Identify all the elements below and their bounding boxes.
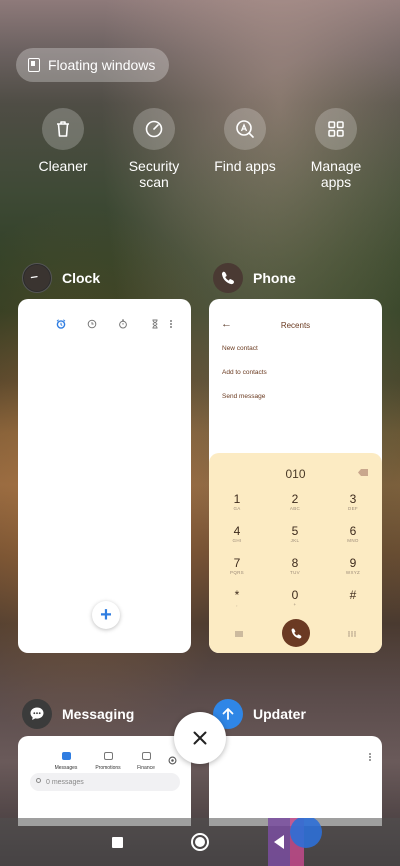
dial-key-0[interactable]: 0 +	[275, 589, 315, 608]
tab-promotions[interactable]: Promotions	[88, 752, 128, 771]
dial-key-star[interactable]: *,	[217, 589, 257, 608]
grid-icon	[315, 108, 357, 150]
dial-key-3[interactable]: 3 DEF	[333, 493, 373, 512]
floating-windows-button[interactable]: Floating windows	[16, 48, 170, 82]
manage-apps-label: Manage apps	[310, 158, 362, 190]
trash-icon	[42, 108, 84, 150]
home-nav-button[interactable]	[191, 833, 209, 851]
updater-app-header[interactable]: Updater	[213, 699, 306, 729]
recents-title: Recents	[280, 321, 311, 330]
search-placeholder: 0 messages	[46, 778, 84, 786]
updater-app-card[interactable]	[209, 736, 382, 826]
tag-icon	[103, 752, 113, 760]
dial-key-9[interactable]: 9 WXYZ	[333, 557, 373, 576]
cleaner-label: Cleaner	[38, 158, 88, 174]
more-options-icon[interactable]	[367, 752, 373, 762]
phone-call-icon	[291, 627, 301, 638]
back-nav-button[interactable]	[274, 835, 284, 849]
clock-app-icon	[22, 263, 52, 293]
close-icon	[193, 731, 207, 745]
dialpad-toggle-icon[interactable]	[348, 631, 356, 637]
messaging-app-header[interactable]: Messaging	[22, 699, 134, 729]
navigation-bar	[0, 818, 400, 866]
tab-messages[interactable]: Messages	[46, 752, 86, 771]
recents-nav-button[interactable]	[112, 837, 123, 848]
call-button[interactable]	[282, 619, 310, 647]
clock-app-name: Clock	[62, 270, 101, 286]
security-scan-icon	[133, 108, 175, 150]
dial-key-8[interactable]: 8 TUV	[275, 557, 315, 576]
phone-app-icon	[213, 263, 243, 293]
quick-actions-row: Cleaner Security scan Find apps Manage a…	[0, 108, 400, 198]
tab-finance[interactable]: Finance	[126, 752, 166, 771]
add-icon: +	[100, 603, 112, 626]
manage-apps-button[interactable]: Manage apps	[291, 108, 381, 190]
dial-key-hash[interactable]: #	[333, 589, 373, 602]
search-icon	[36, 778, 41, 783]
clear-all-button[interactable]	[174, 712, 226, 764]
settings-icon[interactable]	[168, 756, 177, 765]
cleaner-button[interactable]: Cleaner	[18, 108, 108, 174]
more-options-icon[interactable]	[168, 319, 174, 329]
menu-icon[interactable]	[235, 631, 243, 637]
dial-key-6[interactable]: 6 MNO	[333, 525, 373, 544]
dial-key-5[interactable]: 5 JKL	[275, 525, 315, 544]
clock-app-header[interactable]: Clock	[22, 263, 100, 293]
messages-search-input[interactable]: 0 messages	[30, 773, 180, 791]
add-alarm-button[interactable]: +	[92, 601, 120, 629]
phone-app-name: Phone	[253, 270, 296, 286]
security-scan-button[interactable]: Security scan	[109, 108, 199, 190]
dial-key-2[interactable]: 2 ABC	[275, 493, 315, 512]
dialed-number: 010	[285, 467, 306, 481]
messages-icon	[61, 752, 71, 760]
find-apps-icon	[224, 108, 266, 150]
dialpad: 010 1 GA 2 ABC 3 DEF 4 GHI 5 JKL 6 MNO 7 PQRS 8…	[209, 453, 382, 653]
dial-key-4[interactable]: 4 GHI	[217, 525, 257, 544]
messaging-app-card[interactable]: Messages Promotions Finance 0 messages	[18, 736, 191, 826]
phone-app-card[interactable]: ← Recents New contact Add to contacts Se…	[209, 299, 382, 653]
floating-window-icon	[28, 58, 40, 72]
updater-app-name: Updater	[253, 706, 306, 722]
alarm-icon[interactable]	[56, 319, 66, 329]
messaging-app-name: Messaging	[62, 706, 135, 722]
security-scan-label: Security scan	[128, 158, 180, 190]
clock-tabs	[18, 319, 191, 333]
clock-app-card[interactable]: +	[18, 299, 191, 653]
world-clock-icon[interactable]	[87, 319, 97, 329]
dial-key-1[interactable]: 1 GA	[217, 493, 257, 512]
add-to-contacts-link[interactable]: Add to contacts	[222, 369, 267, 376]
dial-key-7[interactable]: 7 PQRS	[217, 557, 257, 576]
send-message-link[interactable]: Send message	[222, 393, 265, 400]
timer-icon[interactable]	[150, 319, 160, 329]
stopwatch-icon[interactable]	[118, 319, 128, 329]
phone-app-header[interactable]: Phone	[213, 263, 296, 293]
find-apps-label: Find apps	[214, 158, 276, 174]
new-contact-link[interactable]: New contact	[222, 345, 258, 352]
floating-windows-label: Floating windows	[48, 57, 156, 73]
messaging-app-icon	[22, 699, 52, 729]
find-apps-button[interactable]: Find apps	[200, 108, 290, 174]
card-icon	[141, 752, 151, 760]
